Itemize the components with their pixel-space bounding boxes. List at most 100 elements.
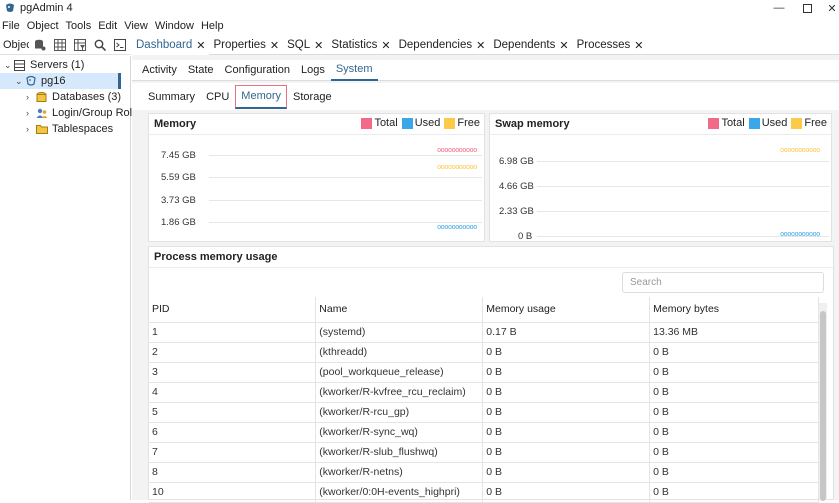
chevron-down-icon[interactable]: ⌄ (4, 60, 14, 71)
minimize-button[interactable]: — (764, 0, 794, 16)
top-tab-bar: Dashboard ✕ Properties ✕ SQL ✕ Statistics ✕ … (132, 35, 839, 55)
tab-sql[interactable]: SQL ✕ (283, 36, 327, 55)
close-icon[interactable]: ✕ (270, 39, 279, 52)
table-cell: 0 B (482, 462, 651, 483)
column-header-memory-usage[interactable]: Memory usage (482, 297, 651, 323)
menu-edit[interactable]: Edit (98, 20, 117, 32)
legend-swatch-used (401, 117, 413, 129)
tree-item-label: Servers (1) (30, 59, 85, 71)
terminal-icon (113, 39, 126, 51)
menu-file[interactable]: File (2, 20, 20, 32)
memory-chart-title: Memory (154, 118, 197, 130)
search-objects-button[interactable] (90, 36, 109, 54)
memory-chart-header: Memory Total Used Free (149, 114, 484, 135)
roles-icon (36, 107, 49, 119)
tab-storage[interactable]: Storage (288, 85, 337, 109)
menu-tools[interactable]: Tools (66, 20, 92, 32)
legend-swatch-free (444, 117, 456, 129)
legend-swatch-used (748, 117, 760, 129)
search-input[interactable]: Search (622, 272, 824, 293)
table-cell: (kthreadd) (315, 342, 484, 363)
column-header-name[interactable]: Name (315, 297, 484, 323)
close-icon[interactable]: ✕ (381, 39, 390, 52)
table-row[interactable]: 8 (kworker/R-netns) 0 B0 B (149, 462, 819, 483)
chevron-right-icon[interactable]: › (26, 92, 36, 102)
tab-memory[interactable]: Memory (235, 84, 288, 109)
tree-item-servers[interactable]: ⌄ Servers (1) (4, 57, 84, 73)
chevron-down-icon[interactable]: ⌄ (15, 76, 25, 87)
column-header-pid[interactable]: PID (149, 297, 317, 323)
tab-logs[interactable]: Logs (296, 60, 330, 81)
column-header-memory-bytes[interactable]: Memory bytes (649, 297, 819, 323)
tree-item-databases[interactable]: › Databases (3) (26, 89, 121, 105)
system-tab-bar: Summary CPU Memory Storage (132, 83, 839, 110)
gridline (209, 155, 482, 156)
tab-system[interactable]: System (330, 60, 378, 81)
menu-help[interactable]: Help (201, 20, 224, 32)
postgres-elephant-icon (25, 75, 38, 87)
process-table: PID Name Memory usage Memory bytes 1 (sys… (149, 297, 819, 503)
vertical-scrollbar[interactable] (819, 303, 827, 501)
y-tick-label: 7.45 GB (161, 150, 196, 161)
gridline (209, 177, 482, 178)
table-row[interactable]: 1 (systemd) 0.17 B 13.36 MB (149, 322, 819, 343)
tree-item-server-pg16[interactable]: ⌄ pg16 (0, 73, 121, 89)
table-cell: 0 B (482, 482, 651, 503)
legend-label: Total (721, 117, 745, 129)
table-cell: 0 B (482, 442, 651, 463)
table-row[interactable]: 2 (kthreadd) 0 B0 B (149, 342, 819, 363)
close-icon[interactable]: ✕ (314, 39, 323, 52)
tab-configuration[interactable]: Configuration (220, 60, 295, 81)
process-panel-title: Process memory usage (154, 251, 278, 263)
table-cell: 0 B (649, 462, 819, 483)
close-icon[interactable]: ✕ (196, 39, 205, 52)
table-row[interactable]: 5 (kworker/R-rcu_gp) 0 B0 B (149, 402, 819, 423)
table-row[interactable]: 7 (kworker/R-slub_flushwq) 0 B0 B (149, 442, 819, 463)
table-row[interactable]: 4 (kworker/R-kvfree_rcu_reclaim) 0 B0 B (149, 382, 819, 403)
table-cell: 0 B (649, 482, 819, 503)
table-cell: 13.36 MB (649, 322, 819, 343)
filter-rows-button[interactable] (70, 36, 89, 54)
tab-dependents[interactable]: Dependents ✕ (489, 36, 572, 55)
tree-item-login-group-roles[interactable]: › Login/Group Roles (26, 105, 144, 121)
tab-dashboard[interactable]: Dashboard ✕ (132, 35, 210, 55)
tab-properties[interactable]: Properties ✕ (209, 36, 283, 55)
table-row[interactable]: 10 (kworker/0:0H-events_highpri) 0 B0 B (149, 482, 819, 503)
tab-cpu[interactable]: CPU (201, 85, 234, 109)
y-tick-label: 4.66 GB (499, 181, 534, 192)
close-window-button[interactable]: ✕ (817, 0, 839, 16)
query-tool-button[interactable] (30, 36, 49, 54)
chevron-right-icon[interactable]: › (26, 108, 36, 118)
psql-tool-button[interactable] (110, 36, 129, 54)
tree-item-tablespaces[interactable]: › Tablespaces (26, 121, 113, 137)
tree-item-label: pg16 (41, 75, 66, 87)
chevron-right-icon[interactable]: › (26, 124, 36, 134)
y-tick-label: 2.33 GB (499, 206, 534, 217)
close-icon[interactable]: ✕ (476, 39, 485, 52)
databases-icon (36, 91, 49, 103)
table-cell: 0 B (649, 442, 819, 463)
table-row[interactable]: 3 (pool_workqueue_release) 0 B0 B (149, 362, 819, 383)
table-cell: (kworker/R-slub_flushwq) (315, 442, 484, 463)
tab-statistics[interactable]: Statistics ✕ (327, 36, 394, 55)
tab-processes[interactable]: Processes ✕ (573, 36, 648, 55)
table-cell: 7 (149, 442, 317, 463)
close-icon[interactable]: ✕ (559, 39, 568, 52)
tab-dependencies[interactable]: Dependencies ✕ (395, 36, 490, 55)
table-row[interactable]: 6 (kworker/R-sync_wq) 0 B0 B (149, 422, 819, 443)
menu-object[interactable]: Object (27, 20, 59, 32)
swap-chart-legend: Total Used Free (704, 117, 827, 129)
menu-window[interactable]: Window (155, 20, 194, 32)
tab-summary[interactable]: Summary (143, 85, 200, 109)
close-icon[interactable]: ✕ (634, 39, 643, 52)
series-free-markers: ooooooooooo (780, 146, 820, 154)
table-cell: 2 (149, 342, 317, 363)
scrollbar-thumb[interactable] (820, 311, 826, 501)
menu-view[interactable]: View (124, 20, 148, 32)
table-cell: 4 (149, 382, 317, 403)
tab-state[interactable]: State (183, 60, 219, 81)
tab-activity[interactable]: Activity (137, 60, 182, 81)
menu-bar: File Object Tools Edit View Window Help (0, 17, 839, 35)
table-cell: 0 B (482, 402, 651, 423)
view-data-button[interactable] (50, 36, 69, 54)
